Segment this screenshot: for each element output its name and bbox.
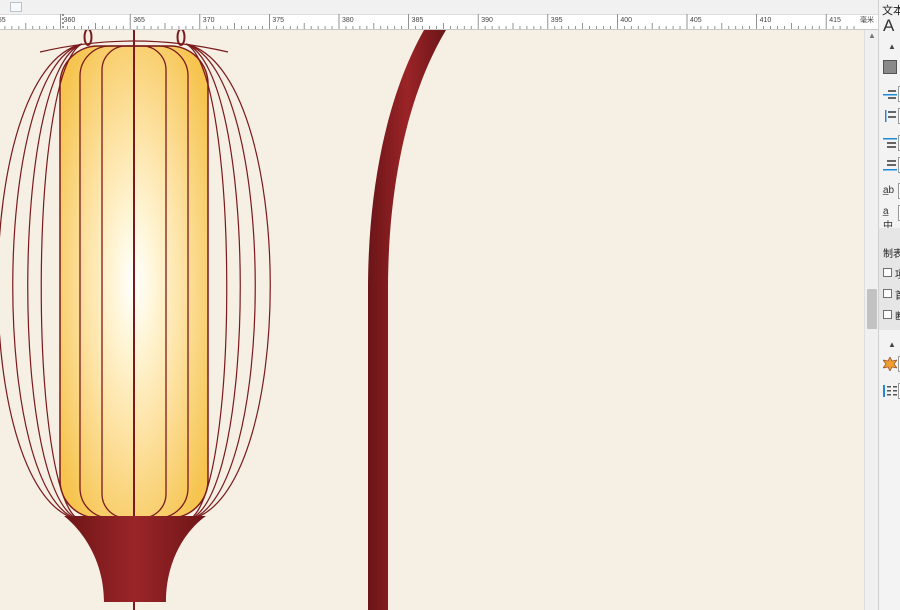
drawing-canvas[interactable] xyxy=(0,30,864,610)
text-tool-icon[interactable]: A xyxy=(883,16,894,36)
ruler-label: 380 xyxy=(342,17,354,24)
ruler-label: 365 xyxy=(133,17,145,24)
ruler-label: 375 xyxy=(272,17,284,24)
checkbox-1-label: 项 xyxy=(895,266,900,281)
checkbox-1[interactable] xyxy=(883,268,892,277)
ruler-label: 395 xyxy=(551,17,563,24)
ruler-origin-button[interactable] xyxy=(10,2,22,12)
ruler-label: 410 xyxy=(760,17,772,24)
collapse-up-icon[interactable]: ▲ xyxy=(888,42,896,51)
char-spacing-icon[interactable]: a̲b xyxy=(883,185,897,199)
lantern-base xyxy=(64,516,206,602)
ruler-unit-label: 毫米 xyxy=(860,15,874,24)
scroll-up-arrow-icon[interactable]: ▲ xyxy=(868,32,876,40)
ruler-label: 360 xyxy=(64,17,76,24)
checkbox-3[interactable] xyxy=(883,310,892,319)
checkbox-2[interactable] xyxy=(883,289,892,298)
ruler-label: 390 xyxy=(481,17,493,24)
align-left-indent-icon[interactable] xyxy=(883,88,897,102)
ruler-label: 400 xyxy=(620,17,632,24)
text-frame-icon[interactable] xyxy=(883,60,897,74)
tab-section-label: 制表 xyxy=(883,249,900,260)
checkbox-3-label: 断 xyxy=(895,308,900,323)
vertical-scrollbar[interactable]: ▲ xyxy=(864,30,879,610)
text-effects-icon[interactable] xyxy=(882,356,898,372)
text-properties-panel: 文本 A ▲ a̲b a̲中 制表 项 首 断 ▲ xyxy=(878,0,900,610)
scrollbar-thumb[interactable] xyxy=(867,289,877,329)
ruler-label: 405 xyxy=(690,17,702,24)
space-before-icon[interactable] xyxy=(883,137,897,151)
horizontal-ruler[interactable]: 355 360 365 370 375 380 385 390 395 400 405 410 415 毫… xyxy=(0,0,878,30)
ruler-top-strip xyxy=(0,0,878,15)
space-after-icon[interactable] xyxy=(883,158,897,172)
ruler-scale: 355 360 365 370 375 380 385 390 395 400 405 410 415 毫… xyxy=(0,14,874,29)
canvas-artwork xyxy=(0,30,446,610)
checkbox-2-label: 首 xyxy=(895,287,900,302)
word-spacing-icon[interactable]: a̲中 xyxy=(883,206,897,232)
lamp-pole xyxy=(368,30,446,610)
ruler-label: 355 xyxy=(0,17,6,24)
columns-icon[interactable] xyxy=(883,384,897,398)
collapse-up-icon-2[interactable]: ▲ xyxy=(888,340,896,349)
ruler-label: 415 xyxy=(829,17,841,24)
first-line-indent-icon[interactable] xyxy=(883,109,897,123)
ruler-label: 385 xyxy=(412,17,424,24)
ruler-label: 370 xyxy=(203,17,215,24)
